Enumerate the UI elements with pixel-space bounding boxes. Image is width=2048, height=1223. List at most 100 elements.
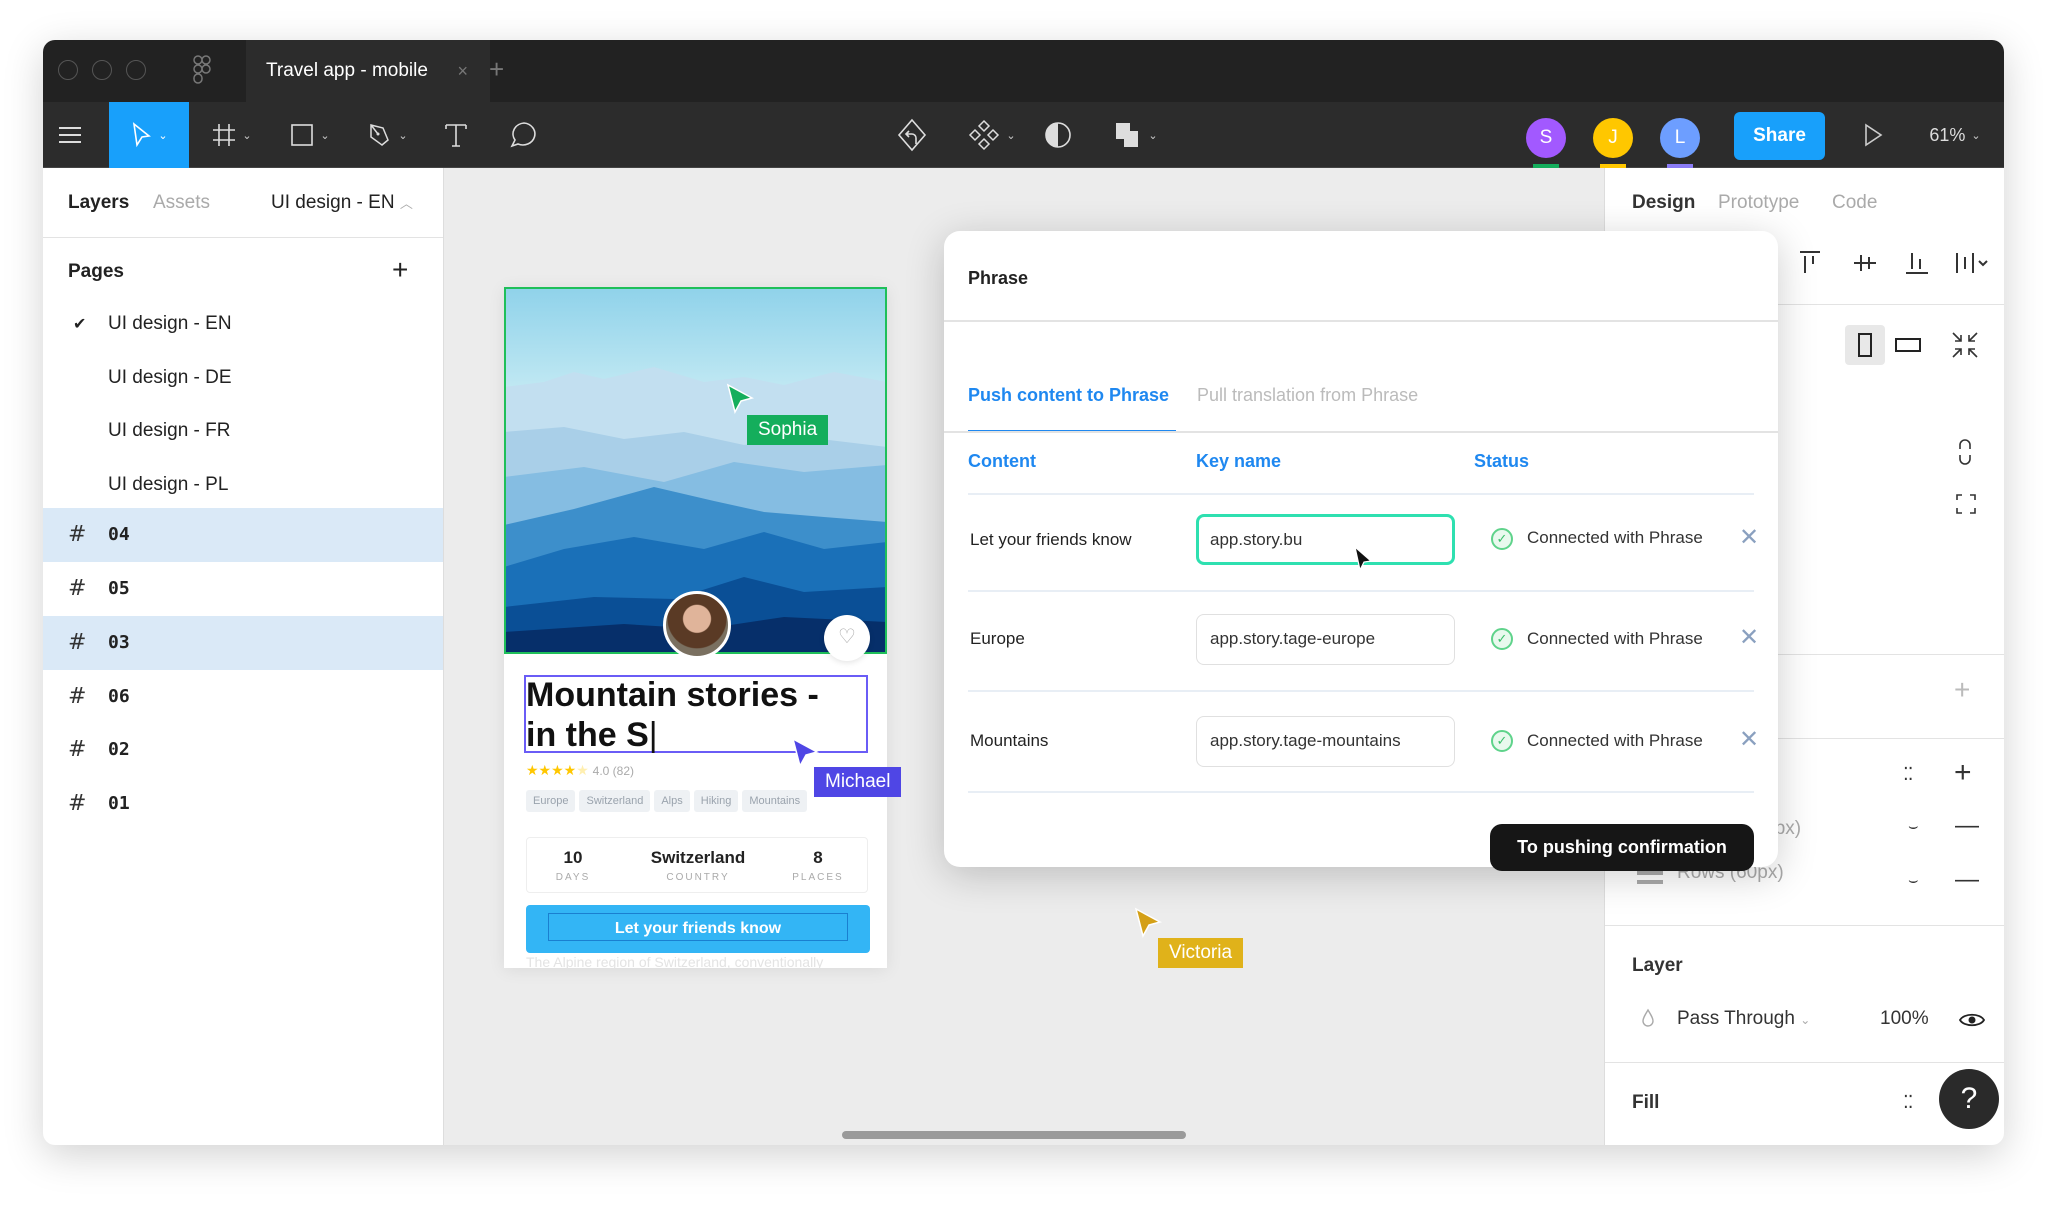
share-button[interactable]: Share bbox=[1734, 112, 1825, 160]
hidden-eye-icon[interactable]: ⌣ bbox=[1908, 872, 1919, 890]
tab-assets[interactable]: Assets bbox=[153, 192, 210, 214]
mask-button[interactable] bbox=[1041, 102, 1075, 168]
tag[interactable]: Alps bbox=[654, 790, 690, 812]
tag[interactable]: Switzerland bbox=[579, 790, 651, 812]
current-page: UI design - EN bbox=[271, 192, 395, 213]
add-page-button[interactable]: + bbox=[392, 254, 408, 286]
mobile-frame[interactable]: ♡ Mountain stories - in the S| ★★★★★ 4.0… bbox=[504, 287, 887, 969]
main-menu-button[interactable] bbox=[55, 102, 85, 168]
tab-pull-translation[interactable]: Pull translation from Phrase bbox=[1197, 385, 1418, 406]
layer-row-05[interactable]: #05 bbox=[43, 562, 443, 616]
remove-grid-icon[interactable]: — bbox=[1955, 866, 1979, 894]
zoom-dropdown[interactable]: 61% ⌄ bbox=[1923, 102, 1987, 168]
text-tool-button[interactable] bbox=[441, 102, 471, 168]
page-item[interactable]: UI design - EN bbox=[108, 313, 232, 335]
tag[interactable]: Europe bbox=[526, 790, 576, 812]
avatar-s[interactable]: S bbox=[1526, 118, 1566, 158]
pen-tool-button[interactable]: ⌄ bbox=[363, 102, 413, 168]
portrait-toggle[interactable] bbox=[1845, 325, 1885, 365]
layer-row-03[interactable]: #03 bbox=[43, 616, 443, 670]
title-line-text: in the S bbox=[526, 716, 649, 754]
boolean-ops-button[interactable]: ⌄ bbox=[1108, 102, 1164, 168]
key-name-input[interactable]: app.story.bu bbox=[1196, 514, 1455, 565]
file-tab[interactable]: Travel app - mobile × bbox=[246, 40, 490, 102]
layer-row-04[interactable]: #04 bbox=[43, 508, 443, 562]
page-item[interactable]: UI design - DE bbox=[108, 367, 232, 389]
remove-row-icon[interactable]: ✕ bbox=[1739, 725, 1759, 754]
key-name-input[interactable]: app.story.tage-mountains bbox=[1196, 716, 1455, 767]
maximize-window-button[interactable] bbox=[126, 60, 146, 80]
page-item[interactable]: UI design - PL bbox=[108, 474, 228, 496]
stat-label: DAYS bbox=[555, 872, 591, 883]
tab-prototype[interactable]: Prototype bbox=[1718, 192, 1799, 214]
avatar-j[interactable]: J bbox=[1593, 118, 1633, 158]
layer-row-01[interactable]: #01 bbox=[43, 777, 443, 831]
add-icon[interactable]: + bbox=[1954, 674, 1970, 706]
hidden-eye-icon[interactable]: ⌣ bbox=[1908, 818, 1919, 836]
frame-tool-button[interactable]: ⌄ bbox=[207, 102, 257, 168]
landscape-icon[interactable] bbox=[1888, 325, 1928, 365]
fill-styles-icon[interactable]: ⁚⁚ bbox=[1903, 1092, 1914, 1113]
avatar-l[interactable]: L bbox=[1660, 118, 1700, 158]
layer-row-06[interactable]: #06 bbox=[43, 670, 443, 724]
frame-icon: # bbox=[68, 522, 87, 547]
tag[interactable]: Mountains bbox=[742, 790, 808, 812]
tag[interactable]: Hiking bbox=[693, 790, 739, 812]
grid-styles-icon[interactable]: ⁚⁚ bbox=[1903, 764, 1914, 785]
constrain-proportions-icon[interactable] bbox=[1957, 439, 1973, 465]
tab-layers[interactable]: Layers bbox=[68, 192, 129, 214]
minimize-window-button[interactable] bbox=[92, 60, 112, 80]
pen-icon bbox=[370, 124, 390, 146]
opacity-input[interactable]: 100% bbox=[1880, 1008, 1929, 1030]
rating-text: 4.0 (82) bbox=[592, 764, 635, 778]
check-circle-icon: ✓ bbox=[1491, 730, 1513, 752]
cursor-victoria-icon bbox=[1134, 907, 1163, 939]
remove-grid-icon[interactable]: — bbox=[1955, 812, 1979, 840]
remove-row-icon[interactable]: ✕ bbox=[1739, 523, 1759, 552]
story-body-preview: The Alpine region of Switzerland, conven… bbox=[526, 955, 824, 969]
collapse-icon[interactable] bbox=[1950, 330, 1980, 360]
shape-tool-button[interactable]: ⌄ bbox=[285, 102, 335, 168]
move-tool-button[interactable]: ⌄ bbox=[109, 102, 189, 168]
tab-push-content[interactable]: Push content to Phrase bbox=[968, 385, 1169, 406]
cursor-label-victoria: Victoria bbox=[1158, 938, 1244, 968]
tab-code[interactable]: Code bbox=[1832, 192, 1877, 214]
stat-label: PLACES bbox=[792, 872, 844, 883]
cursor-michael-icon bbox=[791, 737, 820, 769]
layer-row-02[interactable]: #02 bbox=[43, 723, 443, 777]
page-item[interactable]: UI design - FR bbox=[108, 420, 230, 442]
tab-design[interactable]: Design bbox=[1632, 192, 1695, 214]
page-selector[interactable]: UI design - EN ︿ bbox=[271, 192, 413, 214]
component-swap-button[interactable] bbox=[894, 102, 930, 168]
components-button[interactable]: ⌄ bbox=[963, 102, 1021, 168]
blend-mode-dropdown[interactable]: Pass Through ⌄ bbox=[1677, 1008, 1810, 1030]
help-button[interactable]: ? bbox=[1939, 1069, 1999, 1129]
add-grid-icon[interactable]: + bbox=[1954, 756, 1972, 790]
eye-icon[interactable] bbox=[1959, 1011, 1985, 1029]
push-confirmation-button[interactable]: To pushing confirmation bbox=[1490, 824, 1754, 871]
comment-tool-button[interactable] bbox=[507, 102, 541, 168]
frame-icon: # bbox=[68, 684, 87, 709]
horizontal-scrollbar[interactable] bbox=[842, 1131, 1186, 1139]
close-tab-icon[interactable]: × bbox=[457, 40, 468, 102]
author-avatar[interactable] bbox=[663, 591, 731, 659]
figma-logo-icon[interactable] bbox=[193, 55, 211, 85]
heart-icon[interactable]: ♡ bbox=[824, 615, 870, 661]
row-status: Connected with Phrase bbox=[1527, 528, 1703, 547]
independent-corners-icon[interactable] bbox=[1956, 494, 1976, 514]
new-tab-button[interactable]: + bbox=[489, 54, 504, 85]
row-divider bbox=[968, 590, 1754, 592]
row-divider bbox=[968, 690, 1754, 692]
share-cta-button[interactable]: Let your friends know bbox=[526, 905, 870, 953]
cursor-label-sophia: Sophia bbox=[747, 415, 829, 445]
present-button[interactable] bbox=[1858, 102, 1888, 168]
close-window-button[interactable] bbox=[58, 60, 78, 80]
cursor-label-michael: Michael bbox=[814, 767, 902, 797]
key-name-input[interactable]: app.story.tage-europe bbox=[1196, 614, 1455, 665]
remove-row-icon[interactable]: ✕ bbox=[1739, 623, 1759, 652]
check-circle-icon: ✓ bbox=[1491, 628, 1513, 650]
stats-card: 10 DAYS Switzerland COUNTRY 8 PLACES bbox=[526, 837, 868, 893]
story-title[interactable]: Mountain stories - in the S| bbox=[526, 675, 819, 755]
chevron-down-icon: ⌄ bbox=[1800, 1013, 1811, 1027]
zoom-level: 61% bbox=[1929, 124, 1966, 145]
